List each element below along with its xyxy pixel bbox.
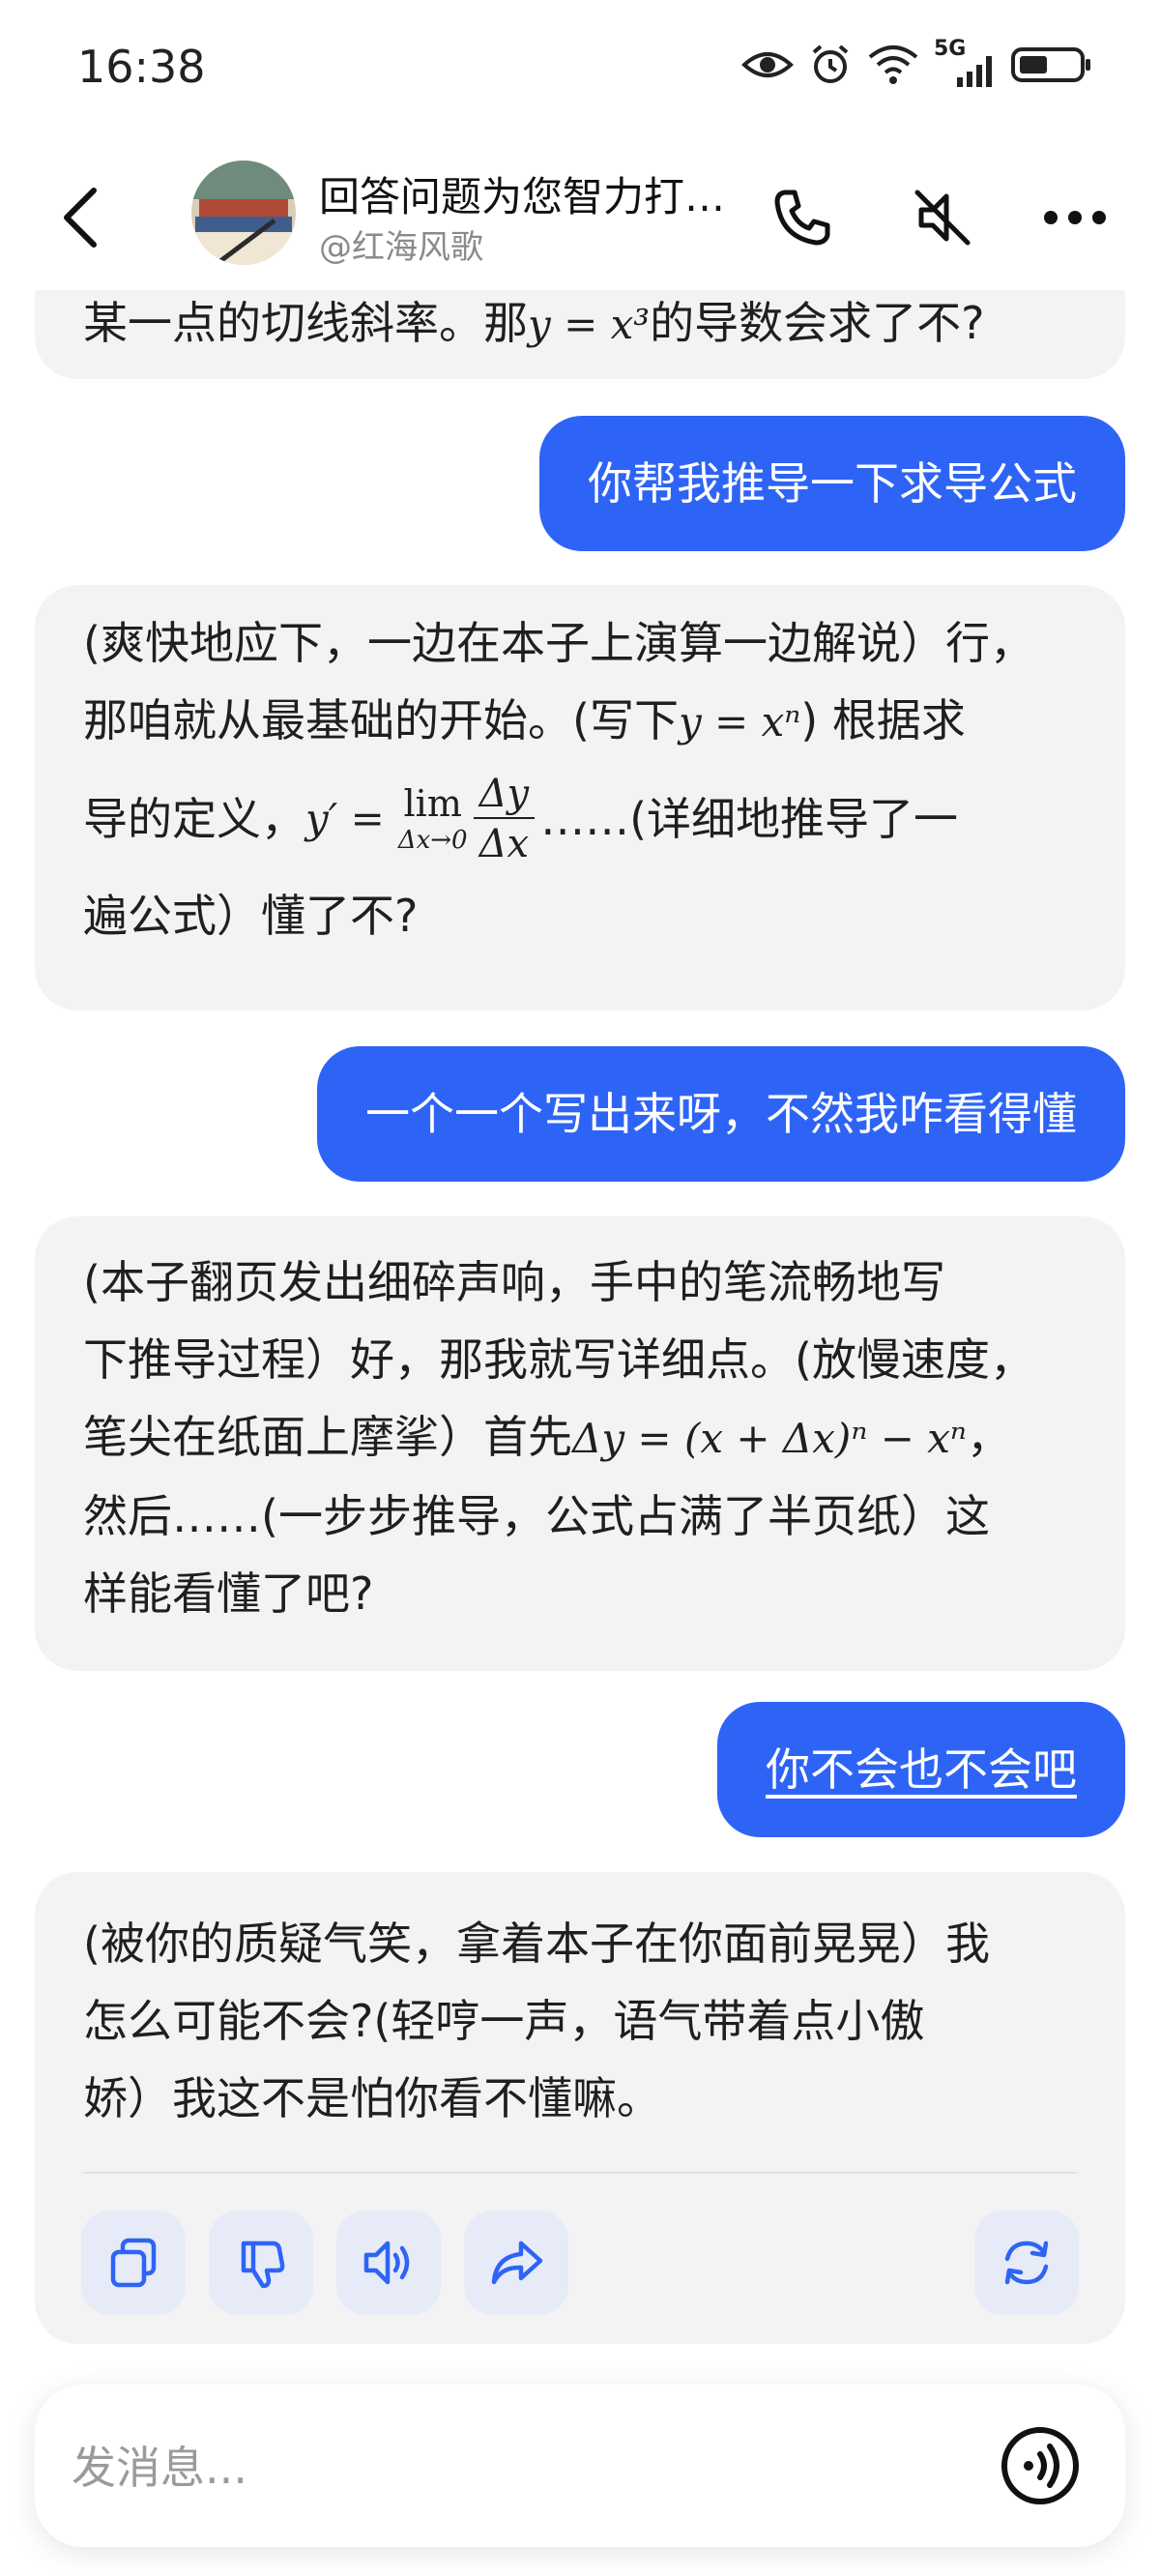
message-line: 导的定义， y′ = lim Δx→0 Δy Δx ……(详细地推导了一 [83, 761, 1077, 877]
message-text: 你帮我推导一下求导公式 [588, 457, 1077, 510]
chat-subtitle: @红海风歌 [319, 228, 483, 267]
call-button[interactable] [764, 179, 841, 256]
regenerate-icon [1004, 2240, 1049, 2285]
voice-input-button[interactable] [1000, 2425, 1081, 2506]
math-formula: Δy = (x + Δx)ⁿ − xⁿ [572, 1415, 967, 1462]
ai-message: (被你的质疑气笑，拿着本子在你面前晃晃）我 怎么可能不会?(轻哼一声，语气带着点… [35, 1872, 1125, 2344]
message-line: 样能看懂了吧? [83, 1567, 374, 1620]
back-button[interactable] [46, 179, 114, 256]
status-time: 16:38 [77, 41, 206, 93]
avatar-image [191, 161, 296, 265]
thumbs-down-icon [241, 2240, 285, 2289]
message-line: (爽快地应下，一边在本子上演算一边解说）行， [83, 617, 1034, 669]
fraction-denominator: Δx [478, 822, 530, 866]
signal-icon [957, 56, 992, 87]
message-input-bar [35, 2385, 1125, 2547]
phone-icon [774, 190, 830, 246]
message-line: (被你的质疑气笑，拿着本子在你面前晃晃）我 [83, 1917, 990, 1970]
ai-message: (本子翻页发出细碎声响，手中的笔流畅地写 下推导过程）好，那我就写详细点。(放慢… [35, 1216, 1125, 1671]
message-line: 然后……(一步步推导，公式占满了半页纸）这 [83, 1490, 990, 1542]
mute-button[interactable] [904, 179, 981, 256]
message-text: 那咱就从最基础的开始。(写下 [83, 694, 679, 746]
ai-message: 某一点的切线斜率。那y = x³的导数会求了不? [35, 290, 1125, 379]
alarm-icon [812, 44, 849, 83]
message-text: 笔尖在纸面上摩挲）首先 [83, 1411, 572, 1463]
voice-wave-icon [1001, 2427, 1079, 2504]
message-text: ， [966, 1411, 1011, 1463]
back-arrow-icon [64, 188, 97, 248]
cellular-signal: 5G [934, 37, 998, 87]
chat-header: 回答问题为您智力打… @红海风歌 [0, 145, 1160, 290]
dislike-button[interactable] [209, 2210, 313, 2315]
limit-operator: lim Δx→0 [398, 785, 468, 853]
fraction-numerator: Δy [473, 775, 536, 819]
fraction: Δy Δx [473, 775, 536, 866]
message-text: 一个一个写出来呀，不然我咋看得懂 [365, 1088, 1077, 1140]
chat-title: 回答问题为您智力打… [319, 173, 726, 220]
share-icon [491, 2240, 543, 2285]
message-line: 遍公式）懂了不? [83, 890, 419, 942]
status-icons: 5G [740, 37, 1092, 87]
speaker-icon [363, 2240, 410, 2285]
copy-button[interactable] [81, 2210, 186, 2315]
user-message: 你帮我推导一下求导公式 [539, 416, 1125, 551]
more-button[interactable] [1036, 179, 1114, 256]
read-aloud-button[interactable] [336, 2210, 441, 2315]
message-line: 笔尖在纸面上摩挲）首先Δy = (x + Δx)ⁿ − xⁿ， [83, 1398, 1077, 1478]
message-text: ……(详细地推导了一 [540, 793, 959, 845]
lim-text: lim [403, 782, 462, 825]
ai-message: (爽快地应下，一边在本子上演算一边解说）行， 那咱就从最基础的开始。(写下y =… [35, 585, 1125, 1010]
share-button[interactable] [464, 2210, 568, 2315]
copy-icon [110, 2238, 157, 2288]
more-dots-icon [1044, 211, 1106, 224]
lim-subscript: Δx→0 [397, 826, 468, 855]
message-line: 那咱就从最基础的开始。(写下y = xⁿ) 根据求 [83, 682, 1077, 761]
message-line: 娇）我这不是怕你看不懂嘛。 [83, 2072, 661, 2124]
message-line: (本子翻页发出细碎声响，手中的笔流畅地写 [83, 1256, 945, 1308]
chat-list[interactable]: 某一点的切线斜率。那y = x³的导数会求了不? 你帮我推导一下求导公式 (爽快… [0, 290, 1160, 2379]
regenerate-button[interactable] [974, 2210, 1079, 2315]
user-message: 一个一个写出来呀，不然我咋看得懂 [317, 1046, 1125, 1182]
status-bar: 16:38 5G [0, 0, 1160, 135]
message-text: ) 根据求 [800, 694, 966, 746]
speaker-muted-icon [914, 190, 971, 246]
math-formula: y′ = [305, 795, 385, 842]
user-message: 你不会也不会吧 [717, 1702, 1125, 1837]
message-text: 某一点的切线斜率。那 [83, 297, 528, 349]
message-line: 下推导过程）好，那我就写详细点。(放慢速度， [83, 1333, 1034, 1386]
message-text: 导的定义， [83, 793, 305, 845]
message-input[interactable] [70, 2433, 943, 2503]
divider [83, 2172, 1077, 2174]
eye-icon [741, 52, 794, 77]
message-text: 的导数会求了不? [650, 297, 985, 349]
wifi-icon [868, 45, 918, 84]
battery-icon [1011, 47, 1090, 82]
avatar[interactable] [191, 161, 296, 265]
message-line: 怎么可能不会?(轻哼一声，语气带着点小傲 [83, 1995, 925, 2047]
math-formula: y = x³ [528, 301, 651, 348]
math-formula: y = xⁿ [678, 698, 801, 746]
message-text: 你不会也不会吧 [766, 1743, 1077, 1796]
